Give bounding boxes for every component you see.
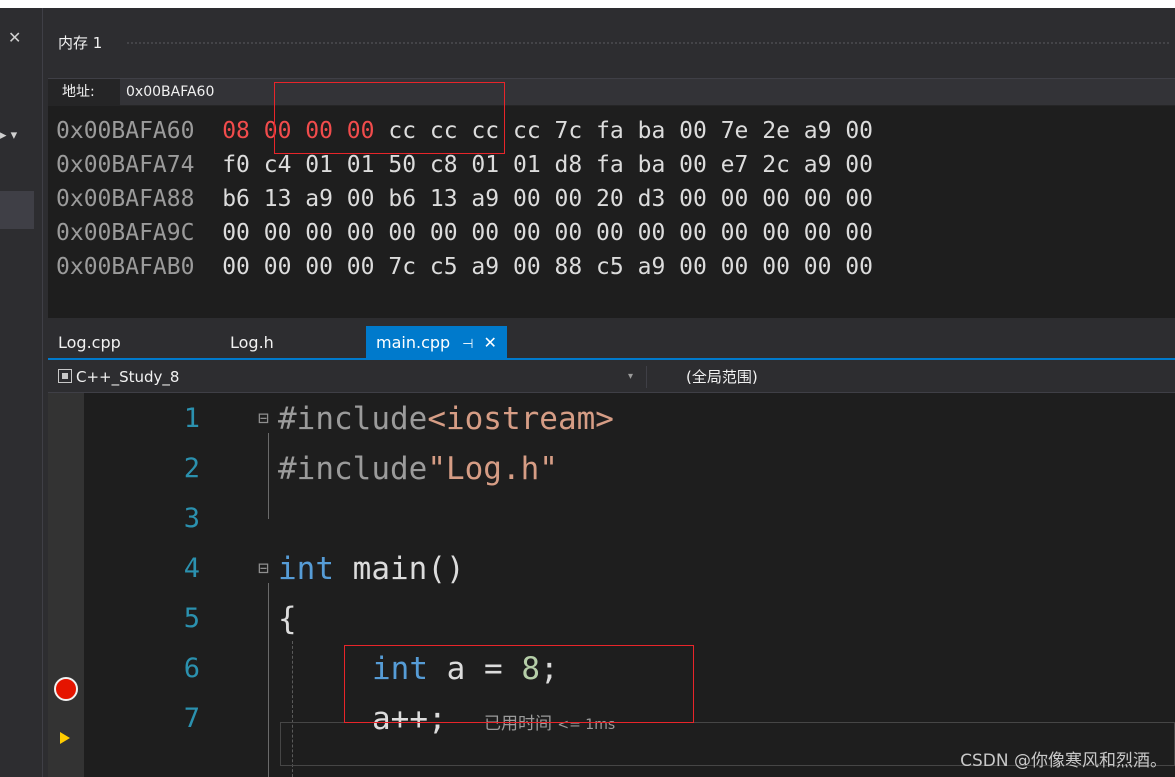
memory-row-address: 0x00BAFA9C [56,220,195,246]
project-dropdown[interactable]: C++_Study_8 [76,362,179,392]
memory-row-address: 0x00BAFA60 [56,118,195,144]
line-number: 2 [183,453,200,484]
include-header: <iostream> [427,401,614,437]
tab-log-cpp[interactable]: Log.cpp [58,326,121,358]
scope-dropdown[interactable]: (全局范围) [686,362,758,392]
tab-main-cpp[interactable]: main.cpp ⊣ ✕ [366,326,507,358]
memory-row-address: 0x00BAFA74 [56,152,195,178]
memory-row: 0x00BAFA88 b6 13 a9 00 b6 13 a9 00 00 20… [56,182,873,216]
editor-tab-bar: Log.cpp Log.h main.cpp ⊣ ✕ [48,326,1175,360]
memory-row-bytes: f0 c4 01 01 50 c8 01 01 d8 fa ba 00 e7 2… [222,152,874,178]
pin-icon[interactable]: ⊣ [462,337,473,352]
breakpoint-icon[interactable] [54,677,78,701]
include-directive: #include [278,451,428,487]
ide-window: ✕ ▸ ▾ 内存 1 地址: 0x00BAFA60 0x00BAFA60 08 … [0,8,1175,777]
left-strip-selected-item[interactable] [0,191,34,229]
memory-row-address: 0x00BAFAB0 [56,254,195,280]
include-header: "Log.h" [427,451,558,487]
line-number: 4 [183,553,200,584]
titlebar-grip [126,41,1169,45]
code-highlight-box [344,645,694,723]
code-line-1: #include<iostream> [278,393,614,445]
code-line-4: int main() [278,543,465,595]
tab-log-h[interactable]: Log.h [230,326,274,358]
chevron-down-icon[interactable]: ▾ [628,362,633,392]
keyword: int [278,551,334,587]
close-tab-icon[interactable]: ✕ [484,333,497,352]
function-signature: main() [334,551,465,587]
address-bar: 地址: 0x00BAFA60 [48,78,1175,107]
line-number: 7 [183,703,200,734]
project-icon [58,369,72,383]
code-line-2: #include"Log.h" [278,443,558,495]
close-icon[interactable]: ✕ [8,30,21,46]
left-tool-strip: ✕ ▸ ▾ [0,8,43,777]
memory-row-bytes: b6 13 a9 00 b6 13 a9 00 00 20 d3 00 00 0… [222,186,874,212]
outline-guide [268,583,269,777]
address-label: 地址: [62,84,95,100]
execution-pointer-icon [60,732,70,744]
memory-row-address: 0x00BAFA88 [56,186,195,212]
divider [646,366,647,388]
dropdown-arrow-icon[interactable]: ▸ ▾ [0,128,17,143]
memory-window-titlebar[interactable]: 内存 1 [48,30,1175,56]
memory-grid[interactable]: 0x00BAFA60 08 00 00 00 cc cc cc cc 7c fa… [48,106,1175,318]
memory-row-bytes: 00 00 00 00 00 00 00 00 00 00 00 00 00 0… [222,220,874,246]
memory-window-title: 内存 1 [58,34,103,52]
line-number: 5 [183,603,200,634]
watermark: CSDN @你像寒风和烈酒。 [960,751,1167,771]
line-number: 6 [183,653,200,684]
navigation-bar: C++_Study_8 ▾ (全局范围) [48,362,1175,393]
code-editor[interactable]: 1 2 3 4 5 6 7 ⊟ ⊟ #include<iostream> #in… [84,393,1175,777]
line-number: 1 [183,403,200,434]
include-directive: #include [278,401,428,437]
memory-row: 0x00BAFAB0 00 00 00 00 7c c5 a9 00 88 c5… [56,250,873,284]
outline-guide [268,433,269,519]
memory-highlight-box [274,82,505,154]
tab-label: main.cpp [376,333,451,352]
memory-row: 0x00BAFA9C 00 00 00 00 00 00 00 00 00 00… [56,216,873,250]
memory-row-bytes: 00 00 00 00 7c c5 a9 00 88 c5 a9 00 00 0… [222,254,874,280]
line-number: 3 [183,503,200,534]
indicator-margin[interactable] [48,393,84,777]
code-line-5: { [278,601,297,637]
